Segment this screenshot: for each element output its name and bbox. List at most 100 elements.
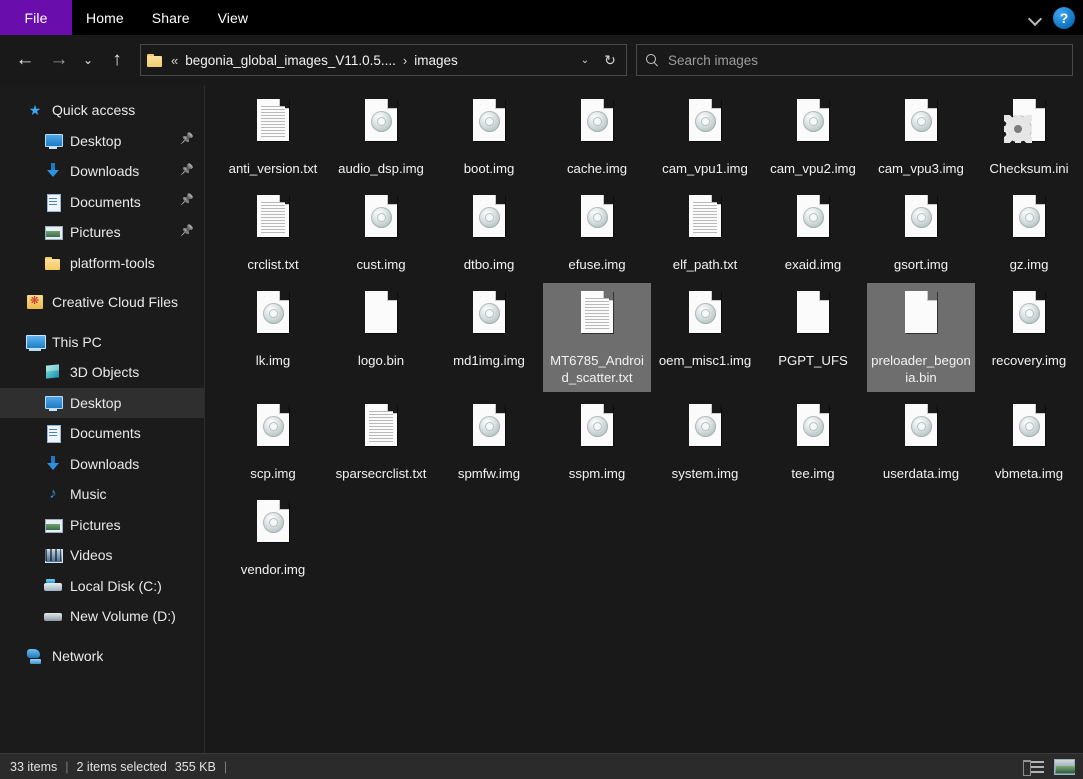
file-tile[interactable]: elf_path.txt — [651, 187, 759, 279]
sidebar-item-downloads[interactable]: Downloads — [0, 449, 204, 480]
pin-icon[interactable] — [182, 195, 194, 208]
recent-locations-button[interactable]: ⌄ — [76, 43, 100, 77]
file-tile[interactable]: preloader_begonia.bin — [867, 283, 975, 392]
file-tile[interactable]: crclist.txt — [219, 187, 327, 279]
sidebar-item-desktop[interactable]: Desktop — [0, 387, 204, 418]
pin-icon[interactable] — [182, 226, 194, 239]
sidebar-item-this-pc[interactable]: This PC — [0, 327, 204, 358]
file-tile[interactable]: anti_version.txt — [219, 91, 327, 183]
file-tile[interactable]: cam_vpu2.img — [759, 91, 867, 183]
file-tile[interactable]: sspm.img — [543, 396, 651, 488]
file-tile[interactable]: cam_vpu3.img — [867, 91, 975, 183]
address-dropdown-icon[interactable]: ⌄ — [574, 47, 596, 73]
sidebar-item-label: Desktop — [70, 132, 122, 149]
file-tile[interactable]: logo.bin — [327, 283, 435, 392]
tab-file[interactable]: File — [0, 0, 72, 35]
breadcrumb-overflow-icon[interactable]: « — [170, 53, 179, 68]
file-tile[interactable]: dtbo.img — [435, 187, 543, 279]
file-tile[interactable]: scp.img — [219, 396, 327, 488]
forward-button[interactable]: → — [42, 43, 76, 77]
file-list-pane[interactable]: anti_version.txt audio_dsp.img boot.img cac… — [205, 85, 1083, 753]
breadcrumb-item-parent[interactable]: begonia_global_images_V11.0.5.... — [185, 53, 396, 68]
navigation-pane[interactable]: ★ Quick access Desktop Downloads Documents Pi… — [0, 85, 205, 753]
sidebar-item-downloads[interactable]: Downloads — [0, 156, 204, 187]
disc-image-icon — [250, 289, 296, 345]
sidebar-item-documents[interactable]: Documents — [0, 418, 204, 449]
file-name-label: MT6785_Android_scatter.txt — [550, 353, 644, 385]
file-tile[interactable]: cust.img — [327, 187, 435, 279]
file-name-label: preloader_begonia.bin — [871, 353, 971, 385]
pin-icon[interactable] — [182, 165, 194, 178]
sidebar-item-network[interactable]: Network — [0, 641, 204, 672]
disc-image-icon — [1006, 193, 1052, 249]
sidebar-item-local-disk-c[interactable]: Local Disk (C:) — [0, 571, 204, 602]
sidebar-item-pictures[interactable]: Pictures — [0, 217, 204, 248]
search-icon — [645, 53, 659, 67]
file-tile[interactable]: vendor.img — [219, 492, 327, 584]
back-button[interactable]: ← — [8, 43, 42, 77]
tab-share-label: Share — [151, 9, 190, 26]
search-input[interactable]: Search images — [668, 53, 758, 68]
file-tile[interactable]: audio_dsp.img — [327, 91, 435, 183]
file-tile[interactable]: PGPT_UFS — [759, 283, 867, 392]
sidebar-item-creative-cloud-files[interactable]: Creative Cloud Files — [0, 287, 204, 318]
sidebar-item-quick-access[interactable]: ★ Quick access — [0, 95, 204, 126]
network-icon — [26, 647, 44, 665]
disc-image-icon — [682, 97, 728, 153]
refresh-icon[interactable]: ↻ — [598, 47, 622, 73]
sidebar-item-videos[interactable]: Videos — [0, 540, 204, 571]
folder-icon — [44, 254, 62, 272]
sidebar-item-label: Documents — [70, 425, 141, 442]
music-icon: ♪ — [49, 485, 57, 503]
file-tile[interactable]: vbmeta.img — [975, 396, 1083, 488]
file-tile[interactable]: efuse.img — [543, 187, 651, 279]
sidebar-item-documents[interactable]: Documents — [0, 187, 204, 218]
sidebar-item-desktop[interactable]: Desktop — [0, 126, 204, 157]
sidebar-item-3d-objects[interactable]: 3D Objects — [0, 357, 204, 388]
status-selection-count: 2 items selected — [76, 759, 167, 774]
sidebar-item-platform-tools[interactable]: platform-tools — [0, 248, 204, 279]
status-bar: 33 items | 2 items selected 355 KB | — [0, 753, 1083, 779]
file-tile[interactable]: MT6785_Android_scatter.txt — [543, 283, 651, 392]
file-tile[interactable]: md1img.img — [435, 283, 543, 392]
disc-image-icon — [790, 193, 836, 249]
up-button[interactable]: ↑ — [100, 43, 134, 77]
file-tile[interactable]: tee.img — [759, 396, 867, 488]
file-tile[interactable]: spmfw.img — [435, 396, 543, 488]
file-tile[interactable]: gz.img — [975, 187, 1083, 279]
details-view-icon[interactable] — [1023, 758, 1045, 776]
pin-icon[interactable] — [182, 134, 194, 147]
status-view-toggles — [1023, 758, 1075, 776]
pictures-icon — [44, 223, 63, 241]
file-tile[interactable]: oem_misc1.img — [651, 283, 759, 392]
file-tile[interactable]: Checksum.ini — [975, 91, 1083, 183]
sidebar-item-new-volume-d[interactable]: New Volume (D:) — [0, 601, 204, 632]
creative-cloud-icon — [26, 293, 44, 311]
sidebar-item-pictures[interactable]: Pictures — [0, 510, 204, 541]
address-bar[interactable]: « begonia_global_images_V11.0.5.... › im… — [140, 44, 627, 76]
file-tile[interactable]: system.img — [651, 396, 759, 488]
ini-config-icon — [1004, 97, 1052, 153]
chevron-down-icon[interactable] — [1027, 10, 1043, 26]
large-icons-view-icon[interactable] — [1053, 758, 1075, 776]
file-tile[interactable]: recovery.img — [975, 283, 1083, 392]
file-tile[interactable]: sparsecrclist.txt — [327, 396, 435, 488]
file-tile[interactable]: cache.img — [543, 91, 651, 183]
file-tile[interactable]: gsort.img — [867, 187, 975, 279]
breadcrumb-item-current[interactable]: images — [414, 53, 458, 68]
file-tile[interactable]: exaid.img — [759, 187, 867, 279]
file-tile[interactable]: userdata.img — [867, 396, 975, 488]
tab-view[interactable]: View — [204, 0, 263, 35]
tab-share[interactable]: Share — [138, 0, 204, 35]
text-file-icon — [358, 402, 404, 458]
sidebar-item-label: Videos — [70, 547, 113, 564]
file-tile[interactable]: boot.img — [435, 91, 543, 183]
file-name-label: md1img.img — [453, 353, 525, 368]
file-tile[interactable]: lk.img — [219, 283, 327, 392]
file-tile[interactable]: cam_vpu1.img — [651, 91, 759, 183]
search-box[interactable]: Search images — [636, 44, 1073, 76]
sidebar-item-music[interactable]: ♪ Music — [0, 479, 204, 510]
help-button[interactable]: ? — [1053, 6, 1075, 29]
file-name-label: lk.img — [255, 353, 291, 368]
tab-home[interactable]: Home — [72, 0, 138, 35]
